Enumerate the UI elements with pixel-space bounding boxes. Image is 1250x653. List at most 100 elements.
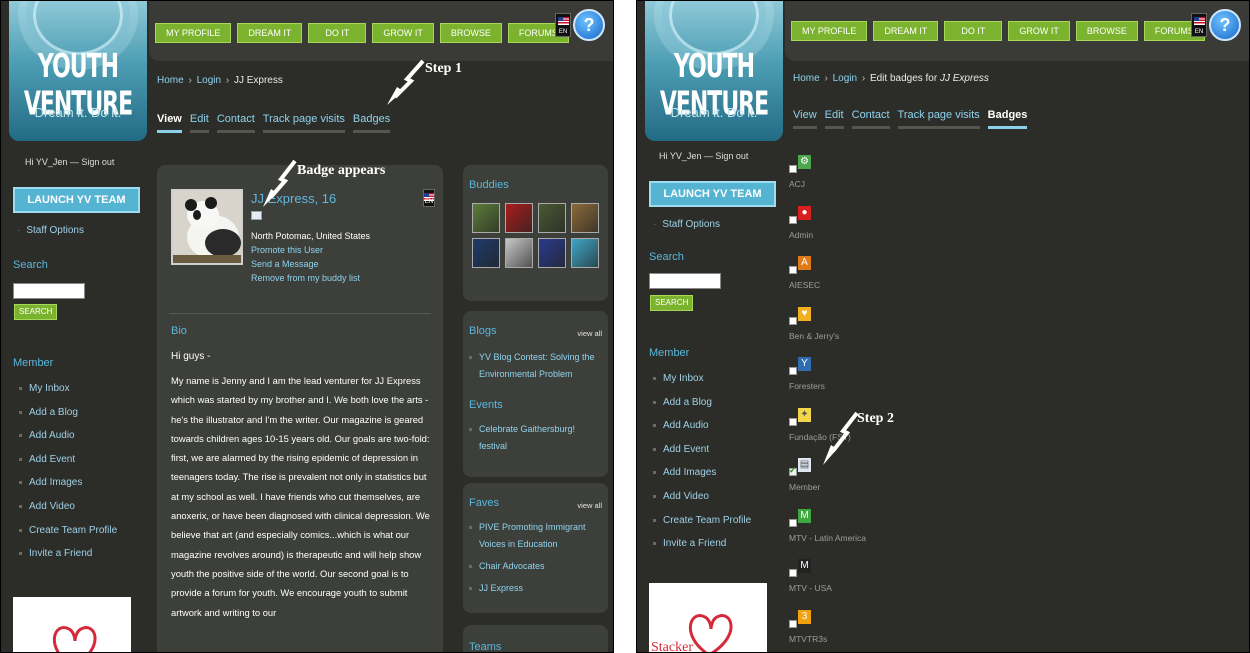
list-item[interactable]: JJ Express xyxy=(469,580,601,597)
sidebar-item-create-team-profile[interactable]: Create Team Profile xyxy=(653,515,751,539)
buddy-avatar[interactable] xyxy=(472,238,500,268)
breadcrumb-login[interactable]: Login xyxy=(833,73,857,84)
sidebar-item-add-images[interactable]: Add Images xyxy=(19,477,117,501)
buddy-avatar[interactable] xyxy=(571,238,599,268)
sidebar-item-add-audio[interactable]: Add Audio xyxy=(19,430,117,454)
arrow-icon xyxy=(387,59,425,105)
badge-checkbox[interactable] xyxy=(789,619,797,628)
launch-yv-team-button[interactable]: LAUNCH YV TEAM xyxy=(649,181,776,207)
breadcrumb-home[interactable]: Home xyxy=(793,73,820,84)
breadcrumb-login[interactable]: Login xyxy=(197,75,221,86)
buddy-avatar[interactable] xyxy=(505,238,533,268)
faves-view-all-link[interactable]: view all xyxy=(577,501,602,510)
nav-grow-it[interactable]: GROW IT xyxy=(1008,21,1070,41)
badge-checkbox[interactable] xyxy=(789,518,797,527)
sidebar-item-add-audio[interactable]: Add Audio xyxy=(653,420,751,444)
language-selector[interactable]: EN xyxy=(555,13,571,37)
help-icon[interactable]: ? xyxy=(1209,9,1241,41)
sidebar-item-create-team-profile[interactable]: Create Team Profile xyxy=(19,525,117,549)
nav-my-profile[interactable]: MY PROFILE xyxy=(791,21,868,41)
tab-track-page-visits[interactable]: Track page visits xyxy=(897,109,980,129)
staff-options-link[interactable]: Staff Options xyxy=(17,225,84,236)
buddy-avatar[interactable] xyxy=(505,203,533,233)
arrow-icon xyxy=(263,159,297,207)
badge-checkbox[interactable] xyxy=(789,465,797,476)
buddy-avatar[interactable] xyxy=(571,203,599,233)
sidebar-item-my-inbox[interactable]: My Inbox xyxy=(19,383,117,407)
sign-out-link[interactable]: Sign out xyxy=(81,157,114,167)
tab-contact[interactable]: Contact xyxy=(216,113,255,133)
us-flag-icon xyxy=(1194,17,1205,25)
breadcrumb-current: JJ Express xyxy=(939,73,989,84)
badge-checkbox[interactable] xyxy=(789,417,797,426)
buddy-avatar[interactable] xyxy=(538,238,566,268)
nav-my-profile[interactable]: MY PROFILE xyxy=(155,23,232,43)
breadcrumb: Home › Login › Edit badges for JJ Expres… xyxy=(793,73,989,84)
sidebar-item-add-blog[interactable]: Add a Blog xyxy=(653,397,751,421)
sidebar-item-add-video[interactable]: Add Video xyxy=(653,491,751,515)
logo-ripple xyxy=(669,1,759,55)
advertisement[interactable] xyxy=(13,597,131,652)
badge-checkbox[interactable] xyxy=(789,316,797,325)
search-input[interactable] xyxy=(649,273,721,289)
sidebar-item-add-video[interactable]: Add Video xyxy=(19,501,117,525)
search-button[interactable]: SEARCH xyxy=(650,295,694,311)
breadcrumb-prefix: Edit badges for xyxy=(869,73,940,84)
tab-edit[interactable]: Edit xyxy=(189,113,209,133)
help-icon[interactable]: ? xyxy=(573,9,605,41)
list-item[interactable]: Celebrate Gaithersburg! festival xyxy=(469,421,601,455)
nav-grow-it[interactable]: GROW IT xyxy=(372,23,434,43)
search-input[interactable] xyxy=(13,283,85,299)
sidebar-item-add-event[interactable]: Add Event xyxy=(19,454,117,478)
top-navigation: MY PROFILE DREAM IT DO IT GROW IT BROWSE… xyxy=(149,1,613,61)
language-selector[interactable]: EN xyxy=(1191,13,1207,37)
advertisement[interactable]: Stacker xyxy=(649,583,767,652)
remove-buddy-link[interactable]: Remove from my buddy list xyxy=(251,273,360,283)
badge-checkbox[interactable] xyxy=(789,569,797,577)
profile-tabs: View Edit Contact Track page visits Badg… xyxy=(157,113,391,133)
sidebar-item-invite-friend[interactable]: Invite a Friend xyxy=(653,538,751,562)
badge-checkbox[interactable] xyxy=(789,367,797,375)
launch-yv-team-button[interactable]: LAUNCH YV TEAM xyxy=(13,187,140,213)
breadcrumb-home[interactable]: Home xyxy=(157,75,184,86)
tab-view[interactable]: View xyxy=(793,109,817,129)
staff-options-link[interactable]: Staff Options xyxy=(653,219,720,230)
tab-badges[interactable]: Badges xyxy=(352,113,391,133)
badge-checkbox[interactable] xyxy=(789,165,797,173)
buddy-avatar[interactable] xyxy=(472,203,500,233)
blogs-view-all-link[interactable]: view all xyxy=(577,329,602,338)
buddies-box: Buddies xyxy=(463,165,608,301)
badge-checkbox[interactable] xyxy=(789,266,797,274)
list-item[interactable]: Chair Advocates xyxy=(469,558,601,575)
nav-do-it[interactable]: DO IT xyxy=(308,23,367,43)
tab-edit[interactable]: Edit xyxy=(824,109,844,129)
promote-user-link[interactable]: Promote this User xyxy=(251,245,323,255)
tab-contact[interactable]: Contact xyxy=(851,109,890,129)
search-button[interactable]: SEARCH xyxy=(14,304,58,320)
sidebar-item-add-event[interactable]: Add Event xyxy=(653,444,751,468)
nav-dream-it[interactable]: DREAM IT xyxy=(873,21,939,41)
youth-venture-logo[interactable]: YOUTH VENTURE Dream it. Do it. xyxy=(9,1,147,141)
buddy-avatar[interactable] xyxy=(538,203,566,233)
tab-badges[interactable]: Badges xyxy=(987,109,1028,129)
sidebar-item-add-blog[interactable]: Add a Blog xyxy=(19,407,117,431)
list-item[interactable]: YV Blog Contest: Solving the Environment… xyxy=(469,349,601,383)
nav-dream-it[interactable]: DREAM IT xyxy=(237,23,303,43)
top-icons: EN ? xyxy=(555,9,605,41)
nav-do-it[interactable]: DO IT xyxy=(944,21,1003,41)
badge-label: Admin xyxy=(789,229,814,240)
tab-track-page-visits[interactable]: Track page visits xyxy=(262,113,345,133)
youth-venture-logo[interactable]: YOUTH VENTURE Dream it. Do it. xyxy=(645,1,783,141)
sidebar-item-invite-friend[interactable]: Invite a Friend xyxy=(19,548,117,572)
send-message-link[interactable]: Send a Message xyxy=(251,259,319,269)
sidebar-item-my-inbox[interactable]: My Inbox xyxy=(653,373,751,397)
nav-browse[interactable]: BROWSE xyxy=(1075,21,1138,41)
sign-out-link[interactable]: Sign out xyxy=(715,151,748,161)
badge-checkbox[interactable] xyxy=(789,215,797,224)
profile-photo[interactable] xyxy=(171,189,243,265)
breadcrumb-separator: › xyxy=(223,75,232,86)
list-item[interactable]: PIVE Promoting Immigrant Voices in Educa… xyxy=(469,519,601,553)
nav-browse[interactable]: BROWSE xyxy=(439,23,502,43)
tab-view[interactable]: View xyxy=(157,113,182,133)
sidebar-item-add-images[interactable]: Add Images xyxy=(653,467,751,491)
